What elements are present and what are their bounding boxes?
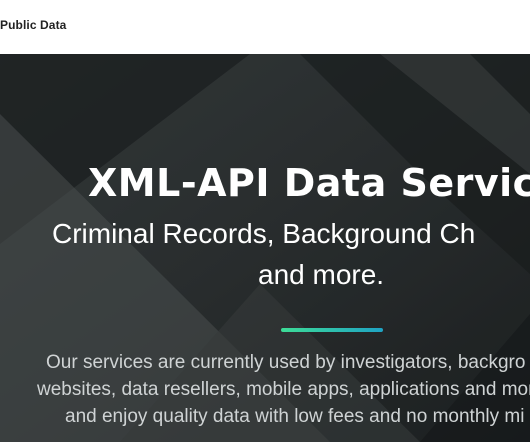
hero-title: XML-API Data Servic (88, 161, 530, 205)
hero-accent-divider (281, 328, 383, 332)
hero-description-line-3: and enjoy quality data with low fees and… (65, 406, 525, 427)
hero-description-line-1: Our services are currently used by inves… (46, 352, 526, 373)
hero-subtitle-line-2: and more. (258, 259, 385, 290)
top-navigation-bar: Public Data (0, 0, 530, 55)
hero-description-line-2: websites, data resellers, mobile apps, a… (37, 379, 530, 400)
hero-subtitle-line-1: Criminal Records, Background Ch (52, 218, 476, 249)
site-logo-text[interactable]: Public Data (0, 18, 66, 32)
hero-banner: XML-API Data Servic Criminal Records, Ba… (0, 54, 530, 442)
